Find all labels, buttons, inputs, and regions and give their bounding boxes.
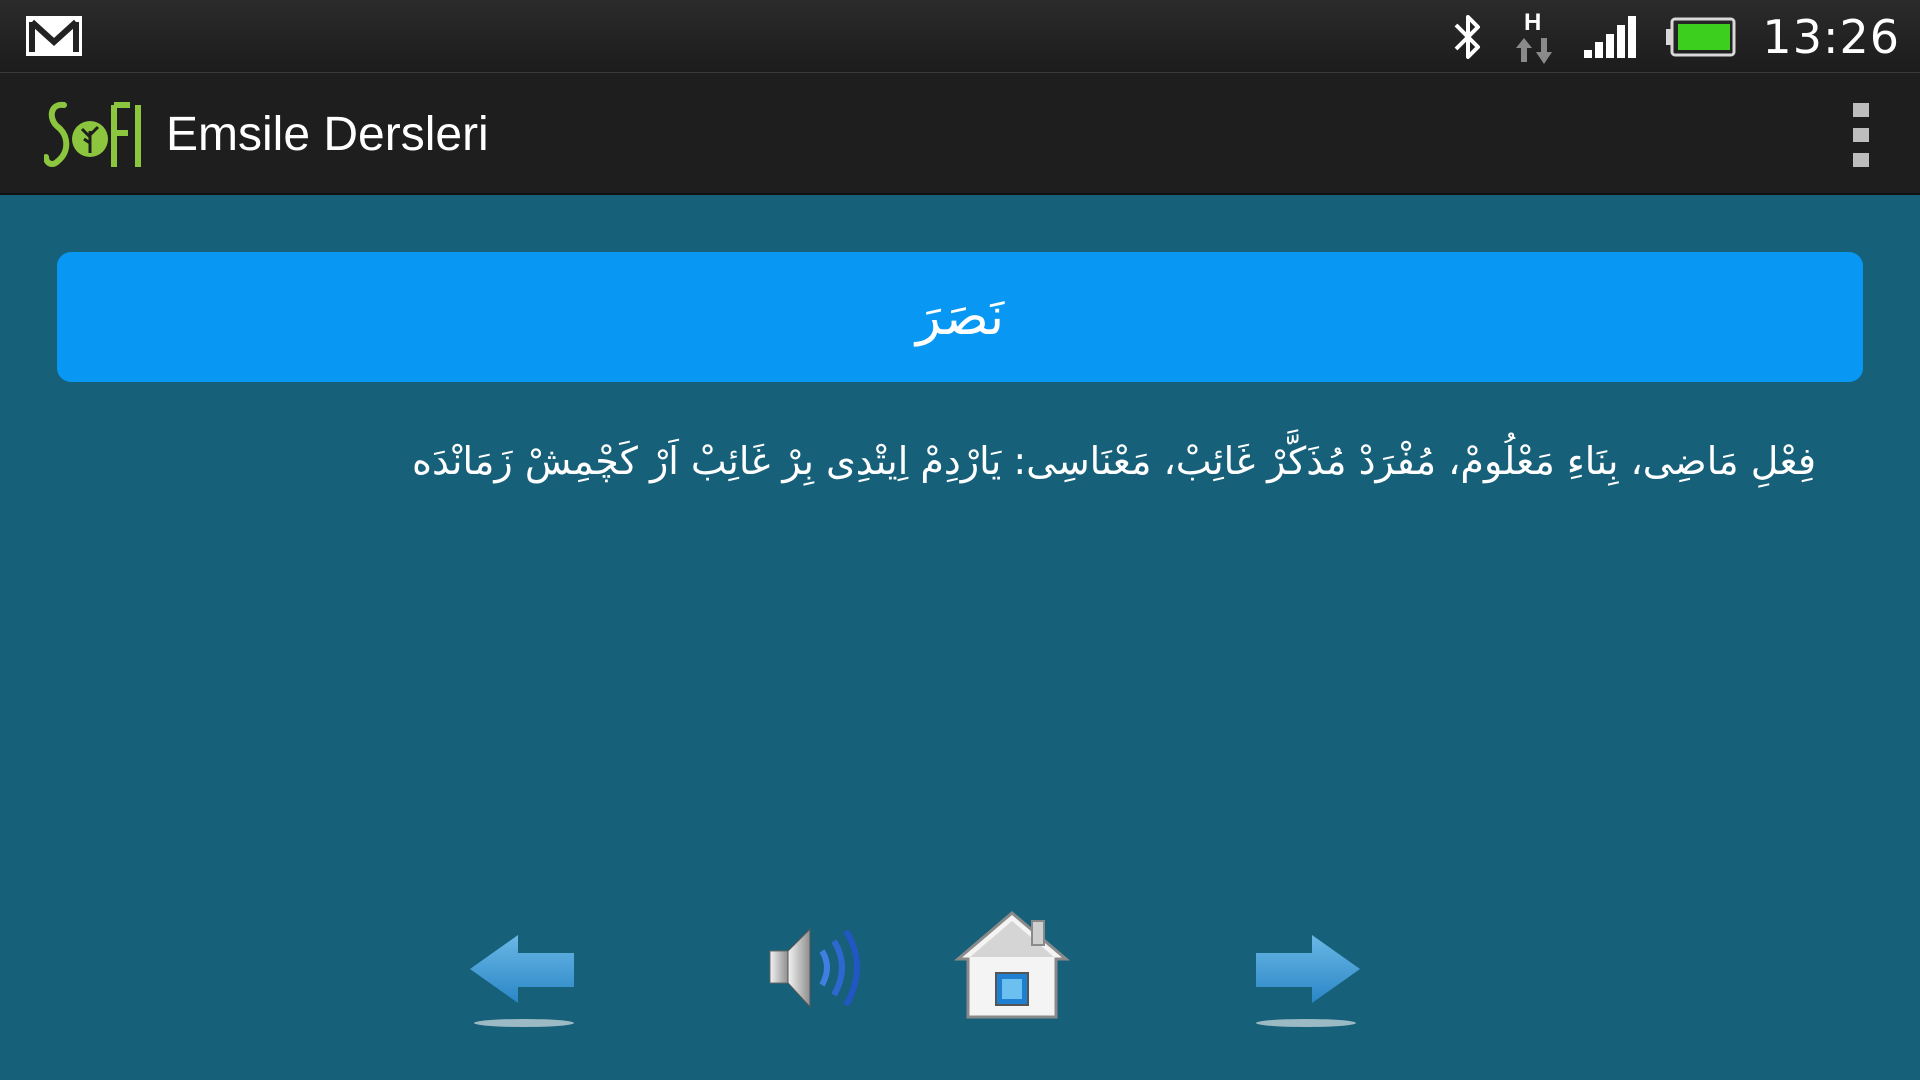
- menu-dot: [1853, 128, 1869, 142]
- speaker-icon: [769, 927, 860, 1009]
- gmail-icon: [26, 16, 82, 56]
- data-transfer-icon: H: [1516, 9, 1553, 64]
- lesson-content: نَصَرَ فِعْلِ مَاضِى، بِنَاءِ مَعْلُومْ،…: [0, 195, 1920, 1080]
- bluetooth-icon: [1455, 14, 1481, 59]
- status-icons: H 13:26: [1450, 0, 1900, 73]
- home-icon: [953, 911, 1071, 1019]
- home-button[interactable]: [952, 907, 1072, 1037]
- signal-icon: [1584, 15, 1637, 58]
- menu-dot: [1853, 103, 1869, 117]
- status-clock: 13:26: [1762, 9, 1900, 64]
- arrow-right-icon: [1256, 935, 1360, 1027]
- overflow-menu-button[interactable]: [1850, 103, 1872, 167]
- previous-button[interactable]: [466, 907, 586, 1037]
- menu-dot: [1853, 153, 1869, 167]
- battery-icon: [1666, 17, 1736, 56]
- arrow-left-icon: [470, 935, 574, 1027]
- action-bar: Emsile Dersleri: [0, 73, 1920, 195]
- word-banner: نَصَرَ: [57, 252, 1863, 382]
- play-sound-button[interactable]: [764, 907, 874, 1037]
- sofi-logo-icon: [44, 101, 141, 167]
- status-bar: H 13:26: [0, 0, 1920, 73]
- lesson-word: نَصَرَ: [915, 287, 1005, 347]
- next-button[interactable]: [1244, 907, 1364, 1037]
- app-title: Emsile Dersleri: [166, 107, 489, 161]
- network-type-label: H: [1524, 9, 1541, 36]
- lesson-description: فِعْلِ مَاضِى، بِنَاءِ مَعْلُومْ، مُفْرَ…: [412, 439, 1816, 483]
